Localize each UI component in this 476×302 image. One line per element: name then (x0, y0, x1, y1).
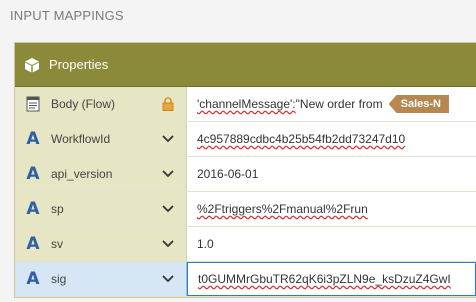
mapping-row-api-version: A api_version 2016-06-01 (15, 157, 476, 192)
string-type-icon: A (26, 164, 40, 184)
value-field-body[interactable]: 'channelMessage': "New order from Sales-… (187, 87, 476, 121)
panel-title: Properties (49, 57, 109, 72)
string-type-icon: A (26, 199, 40, 219)
value-text: 2016-06-01 (197, 167, 259, 181)
field-label: Body (Flow) (51, 97, 116, 111)
mapping-row-sp: A sp %2Ftriggers%2Fmanual%2Frun (15, 192, 476, 227)
value-text: 1.0 (197, 237, 214, 251)
chevron-down-icon[interactable] (158, 227, 178, 261)
chevron-down-icon[interactable] (158, 122, 178, 156)
value-field-sv[interactable]: 1.0 (187, 227, 476, 261)
field-label: api_version (51, 167, 113, 181)
string-type-icon: A (26, 234, 40, 254)
mapping-row-sv: A sv 1.0 (15, 227, 476, 262)
field-label: sp (51, 202, 64, 216)
mapping-row-body-flow: Body (Flow) 'channelMessage': "New order… (15, 87, 476, 122)
string-type-icon: A (26, 129, 40, 149)
chevron-down-icon[interactable] (158, 157, 178, 191)
value-text: "New order from (295, 97, 383, 111)
mapping-row-workflowid: A WorkflowId 4c957889cdbc4b25b54fb2dd732… (15, 122, 476, 157)
value-field-sp[interactable]: %2Ftriggers%2Fmanual%2Frun (187, 192, 476, 226)
field-label: sv (51, 237, 63, 251)
lock-icon[interactable] (158, 87, 178, 121)
mapping-row-sig: A sig t0GUMMrGbuTR62qK6i3pZLN9e_ksDzuZ4G… (15, 262, 476, 297)
panel-header[interactable]: Properties (15, 43, 476, 87)
value-prefix: 'channelMessage': (197, 97, 296, 111)
properties-panel: Properties Body (Flow) 'channelMessage':… (14, 42, 476, 298)
field-label: WorkflowId (51, 132, 111, 146)
chevron-down-icon[interactable] (158, 262, 178, 296)
string-type-icon: A (26, 269, 40, 289)
section-title: INPUT MAPPINGS (10, 8, 124, 23)
value-field-workflowid[interactable]: 4c957889cdbc4b25b54fb2dd73247d10 (187, 122, 476, 156)
dynamic-token[interactable]: Sales-N (388, 95, 449, 113)
cube-icon (25, 57, 39, 72)
value-text: t0GUMMrGbuTR62qK6i3pZLN9e_ksDzuZ4GwI (198, 272, 451, 286)
document-icon (23, 96, 43, 112)
value-field-api-version[interactable]: 2016-06-01 (187, 157, 476, 191)
value-text: %2Ftriggers%2Fmanual%2Frun (197, 202, 368, 216)
value-text: 4c957889cdbc4b25b54fb2dd73247d10 (197, 132, 406, 146)
chevron-down-icon[interactable] (158, 192, 178, 226)
field-label: sig (51, 272, 67, 286)
value-field-sig[interactable]: t0GUMMrGbuTR62qK6i3pZLN9e_ksDzuZ4GwI (187, 262, 476, 296)
